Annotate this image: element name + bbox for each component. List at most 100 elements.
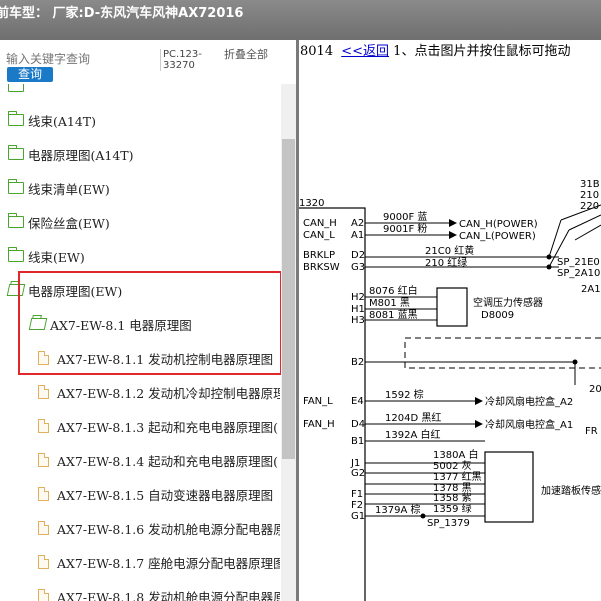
document-icon: [38, 487, 49, 501]
viewer-header: 8014 <<返回 1、点击图片并按住鼠标可拖动: [299, 40, 601, 60]
wire-label: 20: [589, 384, 601, 395]
tree-item[interactable]: 线束(EW): [8, 244, 85, 268]
tree-item-label: 线束(EW): [28, 249, 85, 265]
wire-label: 1380A 白: [433, 448, 478, 461]
wire-label: FR: [585, 426, 598, 437]
wire-destination: 冷却风扇电控盒_A2: [485, 395, 573, 408]
wire-label: 21C0 红黄: [425, 244, 474, 257]
splice-label: SP_1379: [427, 518, 470, 529]
pin-number: H1: [351, 304, 365, 315]
tree-item-label: 保险丝盒(EW): [28, 215, 110, 231]
query-button[interactable]: 查询: [7, 67, 53, 82]
component-label: 加速踏板传感: [541, 484, 601, 497]
splice-label: SP_2A10: [557, 268, 600, 279]
tree-scrollbar[interactable]: [281, 84, 296, 601]
wire-label: 5002 灰: [433, 459, 472, 472]
pin-label: CAN_H: [303, 218, 337, 229]
wire-destination: CAN_H(POWER): [459, 219, 538, 230]
document-icon: [38, 385, 49, 399]
wire-label: 31B: [580, 179, 600, 190]
pin-number: G2: [351, 468, 365, 479]
search-input[interactable]: [6, 51, 156, 67]
tree-item-partial[interactable]: [8, 84, 28, 98]
wiring-diagram[interactable]: 1320 CAN_H CAN_L BRKLP BRKSW A2 A1 D2 G3…: [299, 60, 601, 601]
left-panel: 查询 PC.123-33270 折叠全部 线束(A14T) 电器原理图(A14T…: [0, 40, 296, 601]
wire-label: 220: [580, 201, 599, 212]
pin-number: F2: [351, 500, 363, 511]
ac-sensor-icon: [436, 287, 468, 327]
wire-label: 1592 棕: [385, 388, 424, 401]
tree-item[interactable]: AX7-EW-8.1.5 自动变速器电器原理图: [38, 482, 273, 506]
folder-icon: [8, 145, 24, 160]
selection-highlight-box: [18, 271, 282, 375]
tree-item-label: AX7-EW-8.1.7 座舱电源分配电器原理图: [57, 555, 280, 571]
tree-item-label: 电器原理图(A14T): [28, 147, 134, 163]
folder-icon: [8, 111, 24, 126]
tree-item[interactable]: AX7-EW-8.1.6 发动机舱电源分配电器原: [38, 516, 280, 540]
tree-item[interactable]: 线束(A14T): [8, 108, 96, 132]
wire-label: 1358 紫: [433, 492, 472, 504]
wire-label: M801 黑: [369, 297, 410, 309]
wire-destination: CAN_L(POWER): [459, 231, 536, 242]
pin-number: B1: [351, 436, 364, 447]
tree-item-label: 线束(A14T): [28, 113, 97, 129]
tree-item[interactable]: AX7-EW-8.1.7 座舱电源分配电器原理图: [38, 550, 280, 574]
pc-code: PC.123-33270: [160, 49, 216, 71]
back-link[interactable]: <<返回: [341, 44, 389, 59]
wire-label: 1359 绿: [433, 502, 472, 515]
component-label: 空调压力传感器: [473, 296, 543, 309]
tree-item[interactable]: AX7-EW-8.1.3 起动和充电电器原理图(: [38, 414, 278, 438]
drag-instruction: 1、点击图片并按住鼠标可拖动: [393, 44, 571, 59]
document-icon: [38, 555, 49, 569]
document-icon: [38, 521, 49, 535]
pin-number: G3: [351, 262, 365, 273]
tree-item[interactable]: 保险丝盒(EW): [8, 210, 110, 234]
title-bar: 前车型： 厂家:D-东风汽车风神AX72016: [0, 0, 601, 40]
pin-number: G1: [351, 511, 365, 522]
document-icon: [38, 419, 49, 433]
window-title: 前车型： 厂家:D-东风汽车风神AX72016: [0, 6, 244, 21]
collapse-all-button[interactable]: 折叠全部: [224, 49, 270, 61]
tree-item[interactable]: 电器原理图(A14T): [8, 142, 134, 166]
wire-label: 210: [580, 190, 599, 201]
pin-number: D4: [351, 419, 365, 430]
folder-icon: [8, 213, 24, 228]
wire-label: 1379A 棕: [375, 503, 420, 516]
tree-item-label: AX7-EW-8.1.5 自动变速器电器原理图: [57, 487, 274, 503]
pin-label: FAN_L: [303, 396, 333, 407]
pin-label: CAN_L: [303, 230, 335, 241]
document-icon: [38, 453, 49, 467]
splice-label: SP_21E0: [557, 257, 600, 268]
diagram-viewer: 8014 <<返回 1、点击图片并按住鼠标可拖动 1320 CAN_H CAN_…: [299, 40, 601, 601]
wire-label: 1392A 白红: [385, 428, 440, 441]
folder-icon: [8, 179, 24, 194]
pedal-sensor-icon: [484, 451, 534, 523]
wire-destination: 冷却风扇电控盒_A1: [485, 418, 573, 431]
tree-item[interactable]: AX7-EW-8.1.4 起动和充电电器原理图(: [38, 448, 278, 472]
document-icon: [38, 589, 49, 601]
wire-label: 2A10: [581, 284, 601, 295]
wire-label: 9001F 粉: [383, 222, 427, 235]
tree-item[interactable]: AX7-EW-8.1.8 发动机舱电源分配电器原: [38, 584, 280, 601]
tree-item[interactable]: AX7-EW-8.1.2 发动机冷却控制电器原理图: [38, 380, 280, 404]
pin-number: D2: [351, 250, 365, 261]
pin-number: H3: [351, 315, 365, 326]
pin-number: E4: [351, 396, 364, 407]
tree-item[interactable]: 线束清单(EW): [8, 176, 110, 200]
wire-label: 1204D 黑红: [385, 411, 441, 424]
pin-number: H2: [351, 292, 365, 303]
folder-icon: [8, 247, 24, 262]
scrollbar-thumb[interactable]: [282, 139, 295, 459]
connector-number: 1320: [299, 198, 324, 209]
tree-item-label: AX7-EW-8.1.3 起动和充电电器原理图(: [57, 419, 279, 435]
wire-label: 8076 红白: [369, 284, 418, 297]
pin-number: A1: [351, 230, 364, 241]
wire-label: 210 红绿: [425, 256, 467, 269]
tree-item-label: AX7-EW-8.1.6 发动机舱电源分配电器原: [57, 521, 280, 537]
wire-label: 8081 蓝黑: [369, 309, 418, 321]
pin-label: BRKSW: [303, 262, 340, 273]
wire-label: 1377 红黑: [433, 470, 482, 483]
folder-icon: [8, 84, 24, 92]
pin-number: B2: [351, 357, 364, 368]
tree-item-label: 线束清单(EW): [28, 181, 110, 197]
